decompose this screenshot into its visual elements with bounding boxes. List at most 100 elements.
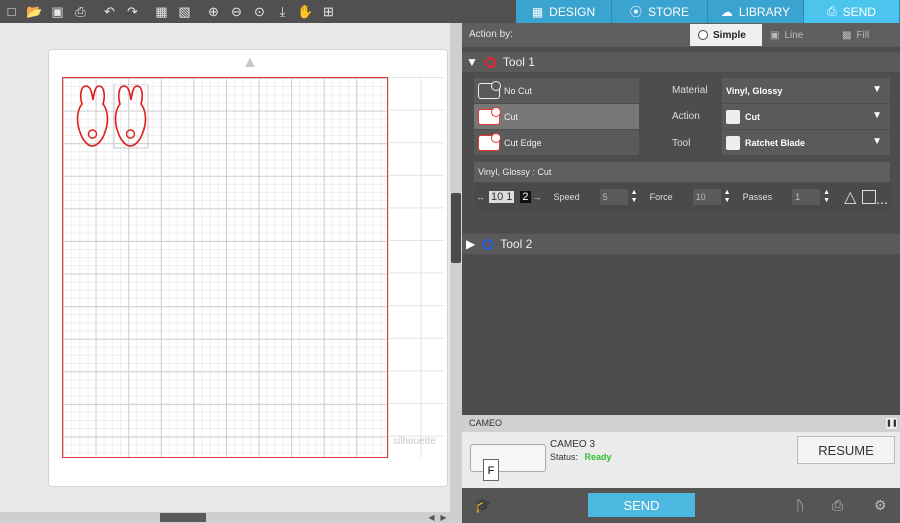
bunny-shape-1[interactable] [76,85,109,147]
mat-watermark: silhouette [393,436,436,447]
radio-icon [698,30,708,40]
nav-tabs: ▦ DESIGN ⦿ STORE ☁ LIBRARY ⎙ SEND [516,0,900,23]
stepper-arrows-icon[interactable]: ▲ ▼ [823,189,830,205]
action-by-bar: Action by: Simple ▣ Line ▩ Fill [462,23,900,47]
cutter-settings-icon[interactable]: ⎙ [832,497,843,514]
gear-icon[interactable]: ⚙ [874,497,887,514]
material-select[interactable]: Vinyl, Glossy ▼ [722,78,890,103]
tool2-header[interactable]: ▶ Tool 2 [462,234,900,254]
option-fill[interactable]: ▩ Fill [834,24,900,46]
scroll-thumb[interactable] [451,193,461,263]
new-page-icon[interactable]: □ [0,0,23,23]
option-label: Simple [713,29,746,41]
scroll-thumb[interactable] [160,513,206,522]
cut-edge-icon [478,132,501,151]
cut-option-label: Cut [504,111,519,122]
horizontal-scrollbar[interactable]: ◀ ▶ [0,512,450,523]
grid-icon: ▦ [531,4,544,19]
tab-label: STORE [647,4,690,19]
no-cut-icon [478,80,501,99]
graduation-cap-icon[interactable]: 🎓 [474,497,491,514]
vertical-scrollbar[interactable] [450,23,462,523]
cut-option-cut-edge[interactable]: Cut Edge [474,130,639,155]
zoom-fit-icon[interactable]: ⊙ [248,0,271,23]
send-button[interactable]: SEND [588,493,695,517]
dropdown-arrow-icon: ▼ [872,84,882,95]
feed-direction-arrow-icon: ▲ [242,54,258,71]
material-summary: Vinyl, Glossy : Cut [474,162,890,182]
line-segment-overcut-icon[interactable]: △ [844,187,856,207]
speed-label: Speed [553,191,580,202]
material-value: Vinyl, Glossy [726,85,783,96]
blade-depth-value-2[interactable]: 2 [520,190,531,203]
hand-icon[interactable]: ✋ [294,0,317,23]
more-options-icon[interactable]: ⋯ [876,196,888,210]
tool2-color-icon [482,238,494,250]
speed-value: 5 [602,191,608,202]
tab-library[interactable]: ☁ LIBRARY [708,0,804,23]
force-value: 10 [695,191,706,202]
tool1-header[interactable]: ▼ Tool 1 [462,52,900,72]
tool1-title: Tool 1 [502,55,535,69]
feed-letter: F [483,459,499,481]
compass-icon: ⦿ [629,5,642,19]
scroll-right-icon[interactable]: ▶ [438,512,449,523]
redo-icon[interactable]: ↷ [121,0,144,23]
passes-label: Passes [742,191,773,202]
bluetooth-icon[interactable]: ᚢ [796,497,804,513]
stepper-arrows-icon[interactable]: ▲ ▼ [724,189,731,205]
expand-triangle-icon[interactable]: ▶ [466,237,475,251]
option-label: Line [784,29,804,41]
add-box-icon[interactable]: ⊞ [317,0,340,23]
tab-send[interactable]: ⎙ SEND [804,0,900,23]
status-label: Status: [550,452,579,462]
option-simple[interactable]: Simple [690,24,762,46]
tool-select[interactable]: Ratchet Blade ▼ [722,130,890,155]
speed-stepper[interactable]: 5 ▲ ▼ [599,188,638,205]
cutter-machine-icon: F [470,444,546,481]
send-panel: Action by: Simple ▣ Line ▩ Fill ▼ Tool 1… [462,23,900,523]
cut-option-label: No Cut [504,85,533,96]
blade-depth-value[interactable]: 10 1 [489,190,515,203]
tool1-color-icon [484,56,496,68]
design-objects[interactable] [74,84,154,150]
square-option-icon[interactable] [862,189,877,204]
printer-icon: ⎙ [827,4,837,18]
deselect-icon[interactable]: ▧ [173,0,196,23]
bunny-shape-2[interactable] [113,84,149,149]
pause-icon[interactable]: ❚❚ [886,418,898,429]
cut-option-cut[interactable]: Cut [474,104,639,129]
cut-option-no-cut[interactable]: No Cut [474,78,639,103]
blade-action-icon [726,109,740,124]
tab-label: DESIGN [549,4,596,19]
device-name: CAMEO 3 [550,439,596,450]
open-folder-icon[interactable]: 📂 [23,0,46,23]
cloud-icon: ☁ [720,4,733,19]
zoom-out-icon[interactable]: ⊖ [225,0,248,23]
select-all-icon[interactable]: ▦ [150,0,173,23]
material-label: Material [672,85,708,96]
bottom-bar: 🎓 SEND ᚢ ⎙ ⚙ [462,488,900,523]
pan-down-icon[interactable]: ⤓ [271,0,294,23]
undo-icon[interactable]: ↶ [98,0,121,23]
zoom-in-icon[interactable]: ⊕ [202,0,225,23]
device-panel: F CAMEO 3 Status: Ready RESUME [462,432,900,488]
top-toolbar: □ 📂 ▣ ⎙ ↶ ↷ ▦ ▧ ⊕ ⊖ ⊙ ⤓ ✋ ⊞ ▦ DESIGN ⦿ S… [0,0,900,23]
scroll-left-icon[interactable]: ◀ [426,512,437,523]
device-header: CAMEO ❚❚ [462,415,900,432]
save-icon[interactable]: ▣ [46,0,69,23]
blade-arrow-left-icon: ↔ [476,191,485,202]
force-stepper[interactable]: 10 ▲ ▼ [692,188,731,205]
passes-stepper[interactable]: 1 ▲ ▼ [792,188,830,205]
tab-store[interactable]: ⦿ STORE [612,0,708,23]
tab-design[interactable]: ▦ DESIGN [516,0,612,23]
collapse-triangle-icon[interactable]: ▼ [466,55,478,69]
cut-icon [478,106,501,125]
resume-button[interactable]: RESUME [797,436,895,464]
action-select[interactable]: Cut ▼ [722,104,890,129]
stepper-arrows-icon[interactable]: ▲ ▼ [631,189,638,205]
option-line[interactable]: ▣ Line [762,24,834,46]
print-icon[interactable]: ⎙ [69,0,92,23]
tool2-title: Tool 2 [500,237,533,251]
toolbar-icons: □ 📂 ▣ ⎙ ↶ ↷ ▦ ▧ ⊕ ⊖ ⊙ ⤓ ✋ ⊞ [0,0,340,23]
